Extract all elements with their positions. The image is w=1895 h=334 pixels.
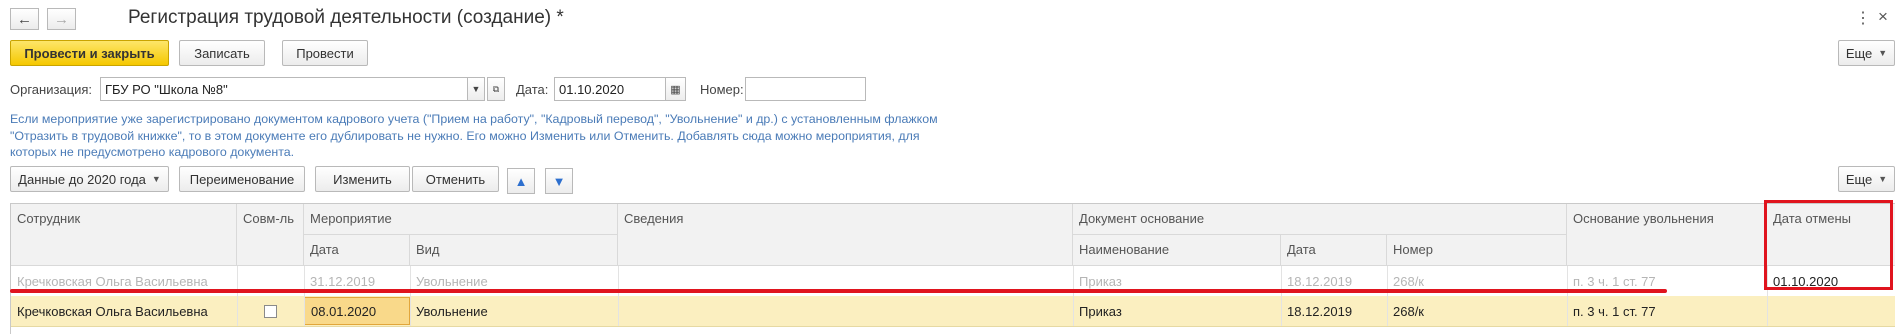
- chevron-down-icon: ▼: [1878, 48, 1888, 58]
- col-basis-name[interactable]: Наименование: [1073, 235, 1281, 266]
- org-dropdown-button[interactable]: ▼: [467, 77, 485, 101]
- save-button[interactable]: Записать: [179, 40, 265, 66]
- info-note: Если мероприятие уже зарегистрировано до…: [10, 112, 938, 159]
- employment-table: Сотрудник Совм-ль Мероприятие Дата Вид С…: [10, 203, 1895, 334]
- chevron-down-icon: ▼: [1878, 174, 1888, 184]
- cell-basis-number: 268/к: [1393, 303, 1424, 319]
- chevron-down-icon: ▼: [151, 174, 161, 184]
- column-divider: [304, 266, 305, 326]
- col-event[interactable]: Мероприятие: [304, 204, 618, 235]
- annotation-underline: [10, 289, 1667, 293]
- back-button[interactable]: ←: [10, 8, 39, 30]
- column-divider: [237, 266, 238, 326]
- change-button[interactable]: Изменить: [315, 166, 410, 192]
- post-button[interactable]: Провести: [282, 40, 368, 66]
- close-icon[interactable]: ×: [1878, 7, 1888, 27]
- cell-event-kind: Увольнение: [416, 303, 488, 319]
- column-divider: [1387, 266, 1388, 326]
- table-row[interactable]: Кречковская Ольга Васильевна 08.01.2020 …: [11, 296, 1895, 327]
- more-button[interactable]: Еще ▼: [1838, 40, 1895, 66]
- move-down-button[interactable]: ▼: [545, 168, 573, 194]
- more-label: Еще: [1845, 45, 1873, 61]
- arrow-left-icon: ←: [17, 10, 32, 28]
- open-link-icon: ⧉: [492, 83, 500, 94]
- table-more-label: Еще: [1845, 171, 1873, 187]
- forward-button[interactable]: →: [47, 8, 76, 30]
- col-details[interactable]: Сведения: [618, 204, 1073, 266]
- col-basis-number[interactable]: Номер: [1387, 235, 1567, 266]
- col-employee[interactable]: Сотрудник: [11, 204, 237, 266]
- col-combined[interactable]: Совм-ль: [237, 204, 304, 266]
- arrow-right-icon: →: [54, 10, 69, 28]
- more-vert-icon[interactable]: ⋮: [1855, 8, 1871, 28]
- col-event-kind[interactable]: Вид: [410, 235, 618, 266]
- annotation-box: [1764, 200, 1893, 290]
- post-and-close-button[interactable]: Провести и закрыть: [10, 40, 169, 66]
- cell-dismissal-basis: п. 3 ч. 1 ст. 77: [1573, 303, 1656, 319]
- number-label: Номер:: [700, 82, 744, 97]
- arrow-up-icon: ▲: [514, 173, 528, 189]
- calendar-button[interactable]: ▦: [665, 77, 686, 101]
- org-label: Организация:: [10, 82, 93, 97]
- column-divider: [1073, 266, 1074, 326]
- column-divider: [410, 266, 411, 326]
- cell-event-date[interactable]: 08.01.2020: [304, 297, 410, 325]
- cell-employee: Кречковская Ольга Васильевна: [17, 303, 208, 319]
- col-basis-date[interactable]: Дата: [1281, 235, 1387, 266]
- org-open-button[interactable]: ⧉: [487, 77, 505, 101]
- cell-basis-name: Приказ: [1079, 303, 1122, 319]
- col-basis-doc[interactable]: Документ основание: [1073, 204, 1567, 235]
- date-field[interactable]: 01.10.2020: [554, 77, 666, 101]
- cancel-button[interactable]: Отменить: [412, 166, 499, 192]
- column-divider: [1567, 266, 1568, 326]
- arrow-down-icon: ▼: [552, 173, 566, 189]
- move-up-button[interactable]: ▲: [507, 168, 535, 194]
- col-event-date[interactable]: Дата: [304, 235, 410, 266]
- combined-checkbox[interactable]: [264, 304, 277, 318]
- page-title: Регистрация трудовой деятельности (созда…: [128, 7, 564, 28]
- table-more-button[interactable]: Еще ▼: [1838, 166, 1895, 192]
- column-divider: [1281, 266, 1282, 326]
- column-divider: [618, 266, 619, 326]
- data-before-label: Данные до 2020 года: [18, 171, 146, 187]
- number-field[interactable]: [745, 77, 866, 101]
- org-field[interactable]: ГБУ РО "Школа №8": [100, 77, 468, 101]
- calendar-icon: ▦: [670, 83, 681, 96]
- rename-button[interactable]: Переименование: [179, 166, 305, 192]
- chevron-down-icon: ▼: [471, 84, 481, 94]
- cell-combined: [237, 296, 304, 326]
- data-before-2020-button[interactable]: Данные до 2020 года ▼: [10, 166, 169, 192]
- col-dismissal-basis[interactable]: Основание увольнения: [1567, 204, 1767, 266]
- cell-cancel-date: [1767, 296, 1895, 326]
- cell-basis-date: 18.12.2019: [1287, 303, 1353, 319]
- date-label: Дата:: [516, 82, 549, 97]
